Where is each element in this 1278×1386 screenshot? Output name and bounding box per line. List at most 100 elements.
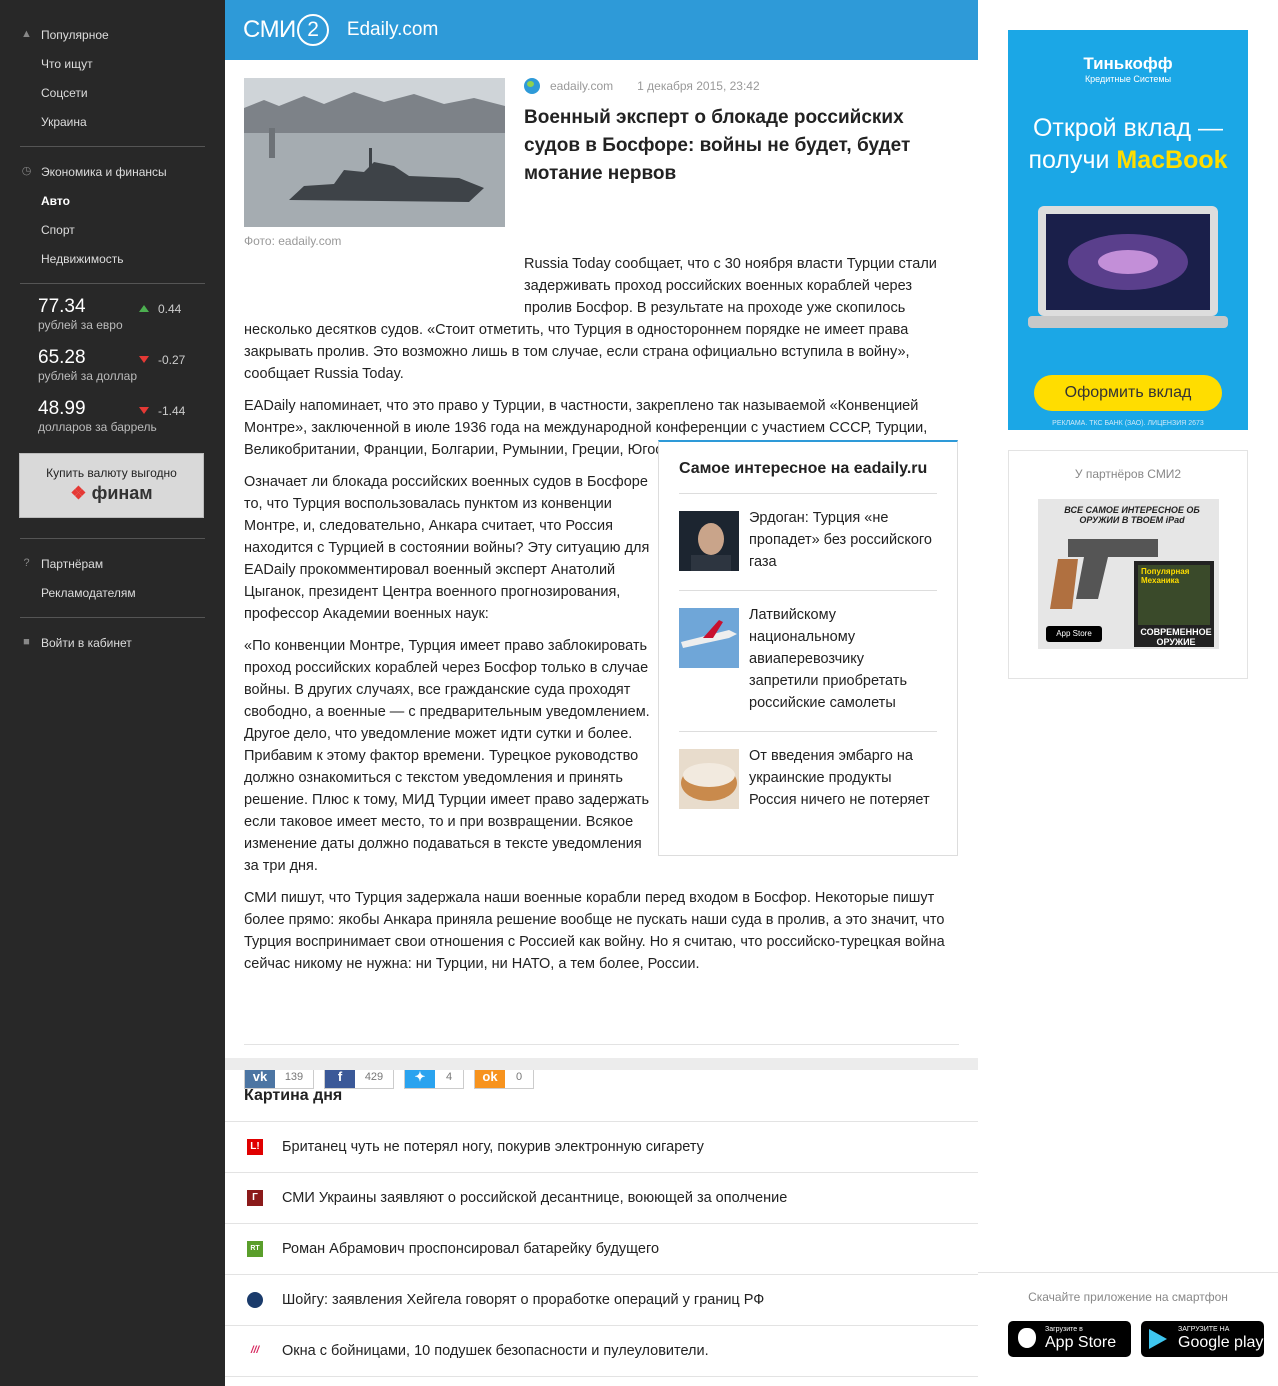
nav-group-partners: ? Партнёрам Рекламодателям	[0, 549, 225, 607]
arrow-down-icon	[139, 356, 149, 363]
partner-banner-magazine: Популярная Механика	[1141, 567, 1190, 585]
finam-logo: ❖ финам	[70, 483, 153, 503]
rate-value: 48.99	[38, 398, 86, 419]
finam-logo-icon: ❖	[70, 483, 87, 503]
article-title: Военный эксперт о блокаде российских суд…	[524, 107, 911, 184]
nav-item-realty[interactable]: Недвижимость	[0, 244, 225, 273]
news-item[interactable]: L! Британец чуть не потерял ногу, покурив…	[225, 1122, 978, 1173]
finam-text: Купить валюту выгодно	[46, 466, 177, 480]
nav-group-economy: ◷ Экономика и финансы Авто Спорт Недвижим…	[0, 157, 225, 273]
photo-caption: Фото: eadaily.com	[244, 234, 342, 248]
article-source[interactable]: eadaily.com	[550, 79, 613, 93]
right-column: Тинькофф Кредитные Системы Открой вклад —…	[978, 0, 1278, 1386]
site-name[interactable]: Edaily.com	[347, 19, 439, 41]
list-item-text: От введения эмбарго на украинские продук…	[749, 748, 930, 808]
thumbnail	[679, 511, 739, 571]
nav-item-advertisers[interactable]: Рекламодателям	[0, 578, 225, 607]
question-icon: ?	[23, 557, 30, 569]
divider	[20, 538, 205, 539]
section-title: Картина дня	[225, 1070, 978, 1122]
smi2-logo[interactable]: СМИ 2	[243, 14, 329, 46]
thumbnail	[679, 749, 739, 809]
googleplay-button[interactable]: ЗАГРУЗИТЕ НА Google play	[1141, 1321, 1264, 1357]
ad-brand: Тинькофф Кредитные Системы	[1083, 54, 1173, 84]
list-item[interactable]: От введения эмбарго на украинские продук…	[679, 732, 937, 828]
rate-euro: 77.34 рублей за евро 0.44	[0, 294, 225, 345]
source-globe-icon	[247, 1292, 263, 1308]
paragraph: Означает ли блокада российских военных с…	[244, 474, 650, 622]
rate-label: рублей за евро	[38, 318, 123, 332]
rate-change: -1.44	[158, 404, 186, 418]
gazeta-icon: Г	[247, 1190, 263, 1206]
list-item-text: Эрдоган: Турция «не пропадет» без россий…	[749, 510, 932, 570]
article-meta: eadaily.com 1 декабря 2015, 23:42	[524, 78, 760, 94]
apple-icon	[1018, 1328, 1036, 1348]
news-item[interactable]: Г СМИ Украины заявляют о российской десан…	[225, 1173, 978, 1224]
arrow-up-icon	[139, 305, 149, 312]
nav-item-sport[interactable]: Спорт	[0, 215, 225, 244]
list-item[interactable]: Латвийскому национальному авиаперевозчик…	[679, 591, 937, 732]
nav-group-popular: ▲ Популярное Что ищут Соцсети Украина	[0, 0, 225, 136]
clock-icon: ◷	[21, 165, 32, 177]
divider	[20, 283, 205, 284]
rate-change: -0.27	[158, 353, 186, 367]
nav-item-auto[interactable]: Авто	[0, 186, 225, 215]
section-divider	[225, 1058, 978, 1070]
paragraph: «По конвенции Монтре, Турция имеет право…	[244, 638, 650, 874]
picture-of-day: Картина дня L! Британец чуть не потерял н…	[225, 1070, 978, 1377]
article-photo	[244, 78, 505, 227]
main-content: СМИ 2 Edaily.com Фото: eadaily.com eadail…	[225, 0, 978, 1386]
ad-disclaimer: РЕКЛАМА. ТКС БАНК (ЗАО). ЛИЦЕНЗИЯ 2673	[1052, 420, 1204, 427]
divider	[20, 617, 205, 618]
rate-change: 0.44	[158, 302, 182, 316]
rate-label: долларов за баррель	[38, 420, 157, 434]
news-item[interactable]: RT Роман Абрамович проспонсировал батарей…	[225, 1224, 978, 1275]
thumbnail	[679, 608, 739, 668]
appstore-button[interactable]: Загрузите в App Store	[1008, 1321, 1131, 1357]
nav-item-ukraine[interactable]: Украина	[0, 107, 225, 136]
nav-item-economy[interactable]: ◷ Экономика и финансы	[0, 157, 225, 186]
rate-dollar: 65.28 рублей за доллар -0.27	[0, 345, 225, 396]
article-date: 1 декабря 2015, 23:42	[637, 79, 760, 93]
list-item-text: Латвийскому национальному авиаперевозчик…	[749, 607, 907, 711]
divider	[978, 1272, 1278, 1273]
partners-block: У партнёров СМИ2 ВСЕ САМОЕ ИНТЕРЕСНОЕ ОБ…	[1008, 450, 1248, 679]
divider	[20, 146, 205, 147]
box-title: Самое интересное на eadaily.ru	[679, 460, 937, 494]
nav-item-social[interactable]: Соцсети	[0, 78, 225, 107]
paragraph: несколько десятков судов. «Стоит отметит…	[244, 322, 910, 382]
nav-item-trending[interactable]: Что ищут	[0, 49, 225, 78]
nav-item-popular[interactable]: ▲ Популярное	[0, 20, 225, 49]
rate-value: 65.28	[38, 347, 86, 368]
lock-icon: ■	[23, 636, 30, 648]
nav-item-partners[interactable]: ? Партнёрам	[0, 549, 225, 578]
arrow-down-icon	[139, 407, 149, 414]
ad-headline: Открой вклад —	[1032, 114, 1224, 142]
globe-icon	[524, 78, 540, 94]
divider	[244, 1044, 959, 1045]
paragraph: Russia Today сообщает, что с 30 ноября в…	[524, 256, 937, 316]
rate-oil: 48.99 долларов за баррель -1.44	[0, 396, 225, 447]
list-item[interactable]: Эрдоган: Турция «не пропадет» без россий…	[679, 494, 937, 591]
partners-title: У партнёров СМИ2	[1074, 467, 1182, 481]
most-interesting-box: Самое интересное на eadaily.ru Эрдоган: …	[658, 440, 958, 856]
tinkoff-ad-banner[interactable]: Тинькофф Кредитные Системы Открой вклад —…	[1008, 30, 1248, 430]
lifenews-icon: L!	[247, 1139, 263, 1155]
partner-banner-bottom: СОВРЕМЕННОЕ ОРУЖИЕ	[1140, 627, 1212, 647]
sidebar: ▲ Популярное Что ищут Соцсети Украина ◷ Эк…	[0, 0, 225, 1386]
paragraph: СМИ пишут, что Турция задержала наши вое…	[244, 890, 945, 972]
apps-title: Скачайте приложение на смартфон	[1028, 1290, 1228, 1304]
slashes-icon: ///	[250, 1345, 260, 1356]
google-play-icon	[1149, 1329, 1167, 1349]
news-item[interactable]: ///Окна с бойницами, 10 подушек безопасн…	[225, 1326, 978, 1377]
ad-cta-button[interactable]: Оформить вклад	[1034, 375, 1222, 411]
nav-item-login[interactable]: ■ Войти в кабинет	[0, 628, 225, 657]
rate-label: рублей за доллар	[38, 369, 137, 383]
rate-value: 77.34	[38, 296, 86, 317]
fire-icon: ▲	[21, 28, 32, 40]
news-item[interactable]: Шойгу: заявления Хейгела говорят о прора…	[225, 1275, 978, 1326]
ad-headline-2: получи MacBook	[1028, 146, 1228, 174]
header-bar: СМИ 2 Edaily.com	[225, 0, 978, 60]
finam-banner[interactable]: Купить валюту выгодно ❖ финам	[19, 453, 204, 518]
rt-icon: RT	[247, 1241, 263, 1257]
